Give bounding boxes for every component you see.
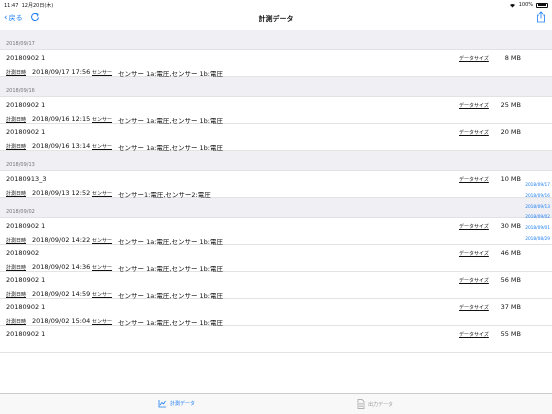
measure-date-label: 計測日時 xyxy=(6,238,27,244)
sensor-label: センサー xyxy=(92,117,113,123)
data-name: 20180902 1 xyxy=(6,54,46,62)
data-size-value: 37 MB xyxy=(500,303,521,311)
data-size-label: データサイズ xyxy=(459,332,489,338)
data-size-label: データサイズ xyxy=(459,103,489,109)
sensor-value: センサー 1a:電圧,センサー 1b:電圧 xyxy=(118,70,223,78)
status-bar: 11:47 12月20日(木) 100% xyxy=(0,0,552,10)
list-item[interactable]: 20180902 1 データサイズ 55 MB xyxy=(0,326,552,353)
sensor-label: センサー xyxy=(92,238,113,244)
measure-date-value: 2018/09/02 14:59 xyxy=(32,290,91,298)
data-size-label: データサイズ xyxy=(459,177,489,183)
section-index[interactable]: 2018/09/17 2018/09/16 2018/09/13 2018/09/02… xyxy=(522,181,550,246)
list-item[interactable]: 20180902 1 データサイズ 20 MB 計測日時 2018/09/16 13:1… xyxy=(0,124,552,152)
tab-measurement-data[interactable]: 計測データ xyxy=(158,399,195,408)
measure-date-value: 2018/09/02 14:36 xyxy=(32,263,91,271)
data-size-label: データサイズ xyxy=(459,278,489,284)
measure-date-value: 2018/09/13 12:52 xyxy=(32,189,91,197)
measure-date-value: 2018/09/16 13:14 xyxy=(32,142,91,150)
page-title: 計測データ xyxy=(258,15,294,23)
measurement-list[interactable]: 2018/09/17 20180902 1 データサイズ 8 MB 計測日時 2018/0… xyxy=(0,30,552,392)
sensor-value: センサー1:電圧,センサー2:電圧 xyxy=(118,191,211,199)
data-size-label: データサイズ xyxy=(459,251,489,257)
sensor-label: センサー xyxy=(92,70,113,76)
battery-icon xyxy=(536,2,548,8)
tab-bar: 計測データ 出力データ xyxy=(0,393,552,414)
measure-date-label: 計測日時 xyxy=(6,191,27,197)
data-name: 20180902 1 xyxy=(6,101,46,109)
share-icon[interactable] xyxy=(536,11,546,23)
status-time: 11:47 12月20日(木) xyxy=(4,3,54,9)
tab-output-data[interactable]: 出力データ xyxy=(357,399,393,409)
section-index-item[interactable]: 2018/08/29 xyxy=(522,235,550,246)
sensor-value: センサー 1a:電圧,センサー 1b:電圧 xyxy=(118,144,223,152)
document-icon xyxy=(357,399,365,409)
data-name: 20180902 1 xyxy=(6,330,46,338)
data-size-value: 8 MB xyxy=(504,54,521,62)
list-item[interactable]: 20180902 1 データサイズ 8 MB 計測日時 2018/09/17 17:56… xyxy=(0,50,552,78)
section-index-item[interactable]: 2018/09/13 xyxy=(522,203,550,214)
list-item[interactable]: 20180913_3 データサイズ 10 MB 計測日時 2018/09/13 12:5… xyxy=(0,171,552,199)
measure-date-label: 計測日時 xyxy=(6,70,27,76)
section-header: 2018/09/13 xyxy=(0,151,552,171)
measure-date-value: 2018/09/02 14:22 xyxy=(32,236,91,244)
measure-date-label: 計測日時 xyxy=(6,144,27,150)
wifi-icon xyxy=(509,3,515,7)
data-name: 20180902 xyxy=(6,249,40,257)
section-header: 2018/09/16 xyxy=(0,77,552,97)
data-name: 20180902 1 xyxy=(6,222,46,230)
section-index-item[interactable]: 2018/09/16 xyxy=(522,192,550,203)
data-size-value: 10 MB xyxy=(500,175,521,183)
measure-date-value: 2018/09/16 12:15 xyxy=(32,115,91,123)
data-size-value: 30 MB xyxy=(500,222,521,230)
list-item[interactable]: 20180902 1 データサイズ 25 MB 計測日時 2018/09/16 12:1… xyxy=(0,97,552,125)
chart-icon xyxy=(158,400,166,408)
measure-date-label: 計測日時 xyxy=(6,117,27,123)
measure-date-label: 計測日時 xyxy=(6,292,27,298)
battery-percent: 100% xyxy=(518,2,533,8)
data-size-value: 56 MB xyxy=(500,276,521,284)
status-right: 100% xyxy=(509,2,548,8)
data-size-label: データサイズ xyxy=(459,305,489,311)
sensor-label: センサー xyxy=(92,292,113,298)
data-size-value: 20 MB xyxy=(500,128,521,136)
data-name: 20180902 1 xyxy=(6,303,46,311)
list-item[interactable]: 20180902 1 データサイズ 37 MB 計測日時 2018/09/02 15:0… xyxy=(0,299,552,327)
list-item[interactable]: 20180902 1 データサイズ 56 MB 計測日時 2018/09/02 14:5… xyxy=(0,272,552,300)
measure-date-label: 計測日時 xyxy=(6,265,27,271)
section-index-item[interactable]: 2018/09/01 xyxy=(522,224,550,235)
sensor-label: センサー xyxy=(92,265,113,271)
sensor-label: センサー xyxy=(92,191,113,197)
measure-date-value: 2018/09/17 17:56 xyxy=(32,68,91,76)
measure-date-label: 計測日時 xyxy=(6,319,27,325)
tab-label: 計測データ xyxy=(170,401,196,407)
section-header: 2018/09/02 xyxy=(0,198,552,218)
list-item[interactable]: 20180902 1 データサイズ 30 MB 計測日時 2018/09/02 14:2… xyxy=(0,218,552,246)
section-index-item[interactable]: 2018/09/17 xyxy=(522,181,550,192)
list-item[interactable]: 20180902 データサイズ 46 MB 計測日時 2018/09/02 14:36 セ… xyxy=(0,245,552,273)
data-size-label: データサイズ xyxy=(459,56,489,62)
data-name: 20180902 1 xyxy=(6,276,46,284)
section-index-item[interactable]: 2018/09/02 xyxy=(522,213,550,224)
sensor-label: センサー xyxy=(92,319,113,325)
tab-label: 出力データ xyxy=(368,401,394,408)
section-header: 2018/09/17 xyxy=(0,30,552,50)
data-size-label: データサイズ xyxy=(459,130,489,136)
measure-date-value: 2018/09/02 15:04 xyxy=(32,317,91,325)
data-size-value: 46 MB xyxy=(500,249,521,257)
data-size-value: 25 MB xyxy=(500,101,521,109)
data-name: 20180902 1 xyxy=(6,128,46,136)
navigation-bar: ‹ 戻る 計測データ xyxy=(0,10,552,30)
data-size-value: 55 MB xyxy=(500,330,521,338)
data-name: 20180913_3 xyxy=(6,175,47,183)
sensor-label: センサー xyxy=(92,144,113,150)
data-size-label: データサイズ xyxy=(459,224,489,230)
